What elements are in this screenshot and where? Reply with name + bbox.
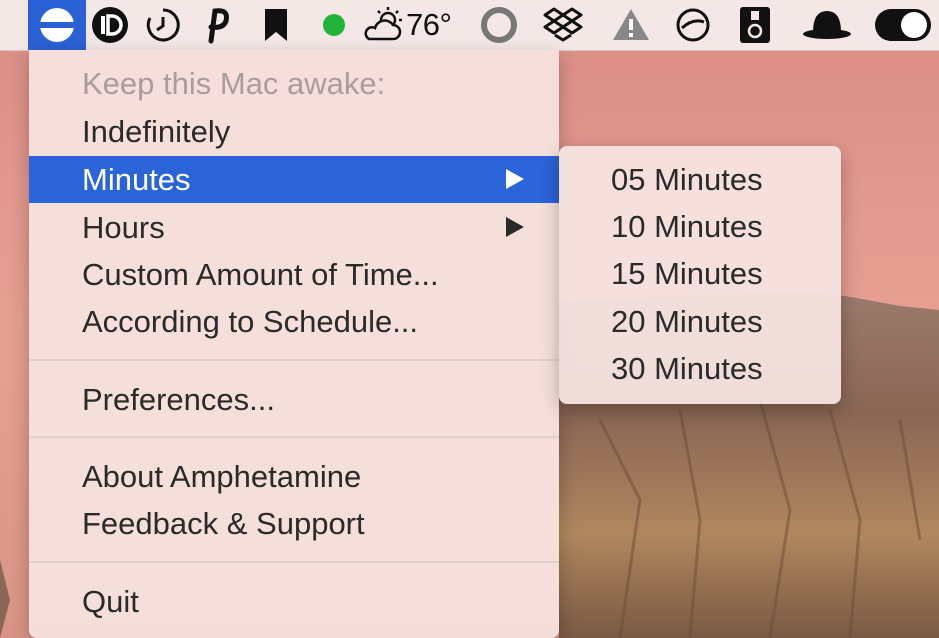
menu-header: Keep this Mac awake: bbox=[29, 60, 559, 107]
no-entry-icon[interactable] bbox=[668, 0, 718, 50]
menu-item-indefinitely[interactable]: Indefinitely bbox=[29, 108, 559, 155]
dropbox-icon[interactable] bbox=[538, 0, 588, 50]
menu-separator bbox=[29, 436, 559, 438]
status-dot-icon[interactable] bbox=[312, 0, 356, 50]
weather-cloud-sun-icon bbox=[364, 7, 402, 41]
menu-item-label: Quit bbox=[82, 583, 139, 619]
submenu-item-20-minutes[interactable]: 20 Minutes bbox=[559, 298, 841, 345]
menu-separator bbox=[29, 561, 559, 563]
toggle-switch-icon[interactable] bbox=[872, 0, 934, 50]
submenu-item-label: 30 Minutes bbox=[611, 350, 763, 386]
info-d-icon[interactable] bbox=[86, 0, 134, 50]
amphetamine-icon[interactable] bbox=[28, 0, 86, 50]
menu-item-minutes[interactable]: Minutes bbox=[29, 156, 559, 203]
bookmark-icon[interactable] bbox=[252, 0, 300, 50]
amphetamine-menu: Keep this Mac awake: Indefinitely Minute… bbox=[29, 50, 559, 638]
menu-item-feedback[interactable]: Feedback & Support bbox=[29, 500, 559, 547]
pocket-p-icon[interactable] bbox=[192, 0, 242, 50]
submenu-item-30-minutes[interactable]: 30 Minutes bbox=[559, 345, 841, 392]
minutes-submenu: 05 Minutes 10 Minutes 15 Minutes 20 Minu… bbox=[559, 146, 841, 404]
submenu-item-label: 05 Minutes bbox=[611, 161, 763, 197]
menu-item-label: Feedback & Support bbox=[82, 505, 365, 541]
submenu-arrow-icon bbox=[506, 217, 524, 237]
menu-separator bbox=[29, 359, 559, 361]
menu-item-schedule[interactable]: According to Schedule... bbox=[29, 298, 559, 345]
weather-widget[interactable]: 76° bbox=[360, 0, 472, 50]
device-icon[interactable] bbox=[730, 0, 780, 50]
menu-item-about[interactable]: About Amphetamine bbox=[29, 453, 559, 500]
submenu-arrow-icon bbox=[506, 169, 524, 189]
menu-item-label: Preferences... bbox=[82, 381, 275, 417]
menu-item-label: Minutes bbox=[82, 161, 191, 197]
menu-item-label: According to Schedule... bbox=[82, 303, 419, 339]
menu-header-label: Keep this Mac awake: bbox=[82, 65, 386, 101]
menu-item-quit[interactable]: Quit bbox=[29, 578, 559, 625]
submenu-item-15-minutes[interactable]: 15 Minutes bbox=[559, 250, 841, 297]
menu-item-hours[interactable]: Hours bbox=[29, 204, 559, 251]
drive-warning-icon[interactable] bbox=[606, 0, 656, 50]
menu-item-preferences[interactable]: Preferences... bbox=[29, 376, 559, 423]
menu-item-custom-time[interactable]: Custom Amount of Time... bbox=[29, 251, 559, 298]
ring-icon[interactable] bbox=[476, 0, 522, 50]
menu-item-label: Indefinitely bbox=[82, 113, 231, 149]
submenu-item-05-minutes[interactable]: 05 Minutes bbox=[559, 156, 841, 203]
weather-temperature: 76° bbox=[406, 7, 452, 42]
timer-icon[interactable] bbox=[138, 0, 188, 50]
menu-bar: 76° bbox=[0, 0, 939, 51]
menu-item-label: Hours bbox=[82, 209, 165, 245]
submenu-item-label: 20 Minutes bbox=[611, 303, 763, 339]
menu-item-label: About Amphetamine bbox=[82, 458, 362, 494]
submenu-item-10-minutes[interactable]: 10 Minutes bbox=[559, 203, 841, 250]
submenu-item-label: 10 Minutes bbox=[611, 208, 763, 244]
menu-item-label: Custom Amount of Time... bbox=[82, 256, 439, 292]
bowler-hat-icon[interactable] bbox=[796, 0, 858, 50]
submenu-item-label: 15 Minutes bbox=[611, 255, 763, 291]
